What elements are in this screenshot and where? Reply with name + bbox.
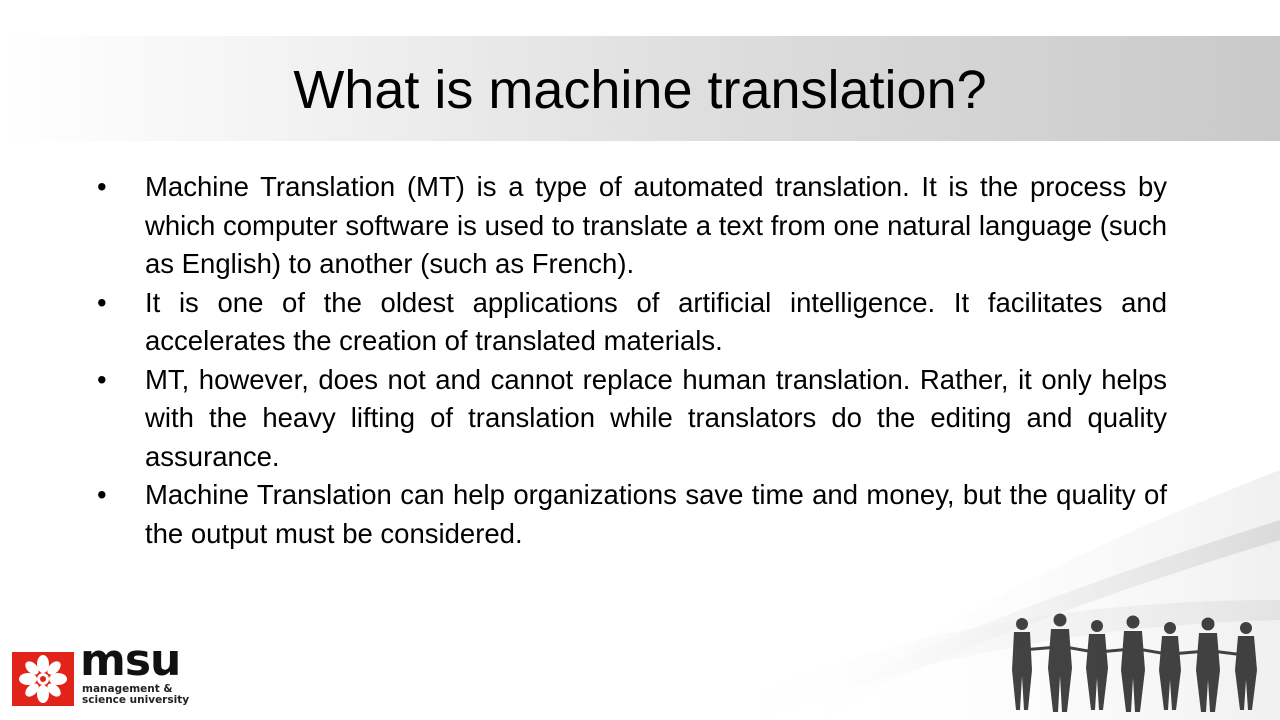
bullet-item: • It is one of the oldest applications o… <box>97 284 1167 361</box>
bullet-item: • Machine Translation (MT) is a type of … <box>97 168 1167 284</box>
bullet-marker: • <box>97 286 107 318</box>
logo-wordmark: msu <box>80 635 181 686</box>
bullet-text: Machine Translation can help organizatio… <box>145 479 1167 549</box>
people-holding-hands-silhouette-icon <box>1012 613 1257 712</box>
bullet-item: • Machine Translation can help organizat… <box>97 476 1167 553</box>
red-flower-emblem-icon <box>12 652 74 706</box>
bullet-list: • Machine Translation (MT) is a type of … <box>97 168 1167 553</box>
bullet-item: • MT, however, does not and cannot repla… <box>97 361 1167 477</box>
bullet-text: MT, however, does not and cannot replace… <box>145 363 1167 472</box>
logo-subtitle: management & science university <box>82 684 189 706</box>
logo-subtitle-line2: science university <box>82 694 190 706</box>
bullet-text: It is one of the oldest applications of … <box>145 286 1167 357</box>
slide: What is machine translation? • Machine T… <box>0 0 1280 720</box>
bullet-marker: • <box>97 479 107 510</box>
bullet-marker: • <box>97 363 107 395</box>
bullet-text: Machine Translation (MT) is a type of au… <box>145 171 1167 279</box>
msu-logo: msu management & science university <box>12 636 197 710</box>
bullet-marker: • <box>97 171 107 202</box>
